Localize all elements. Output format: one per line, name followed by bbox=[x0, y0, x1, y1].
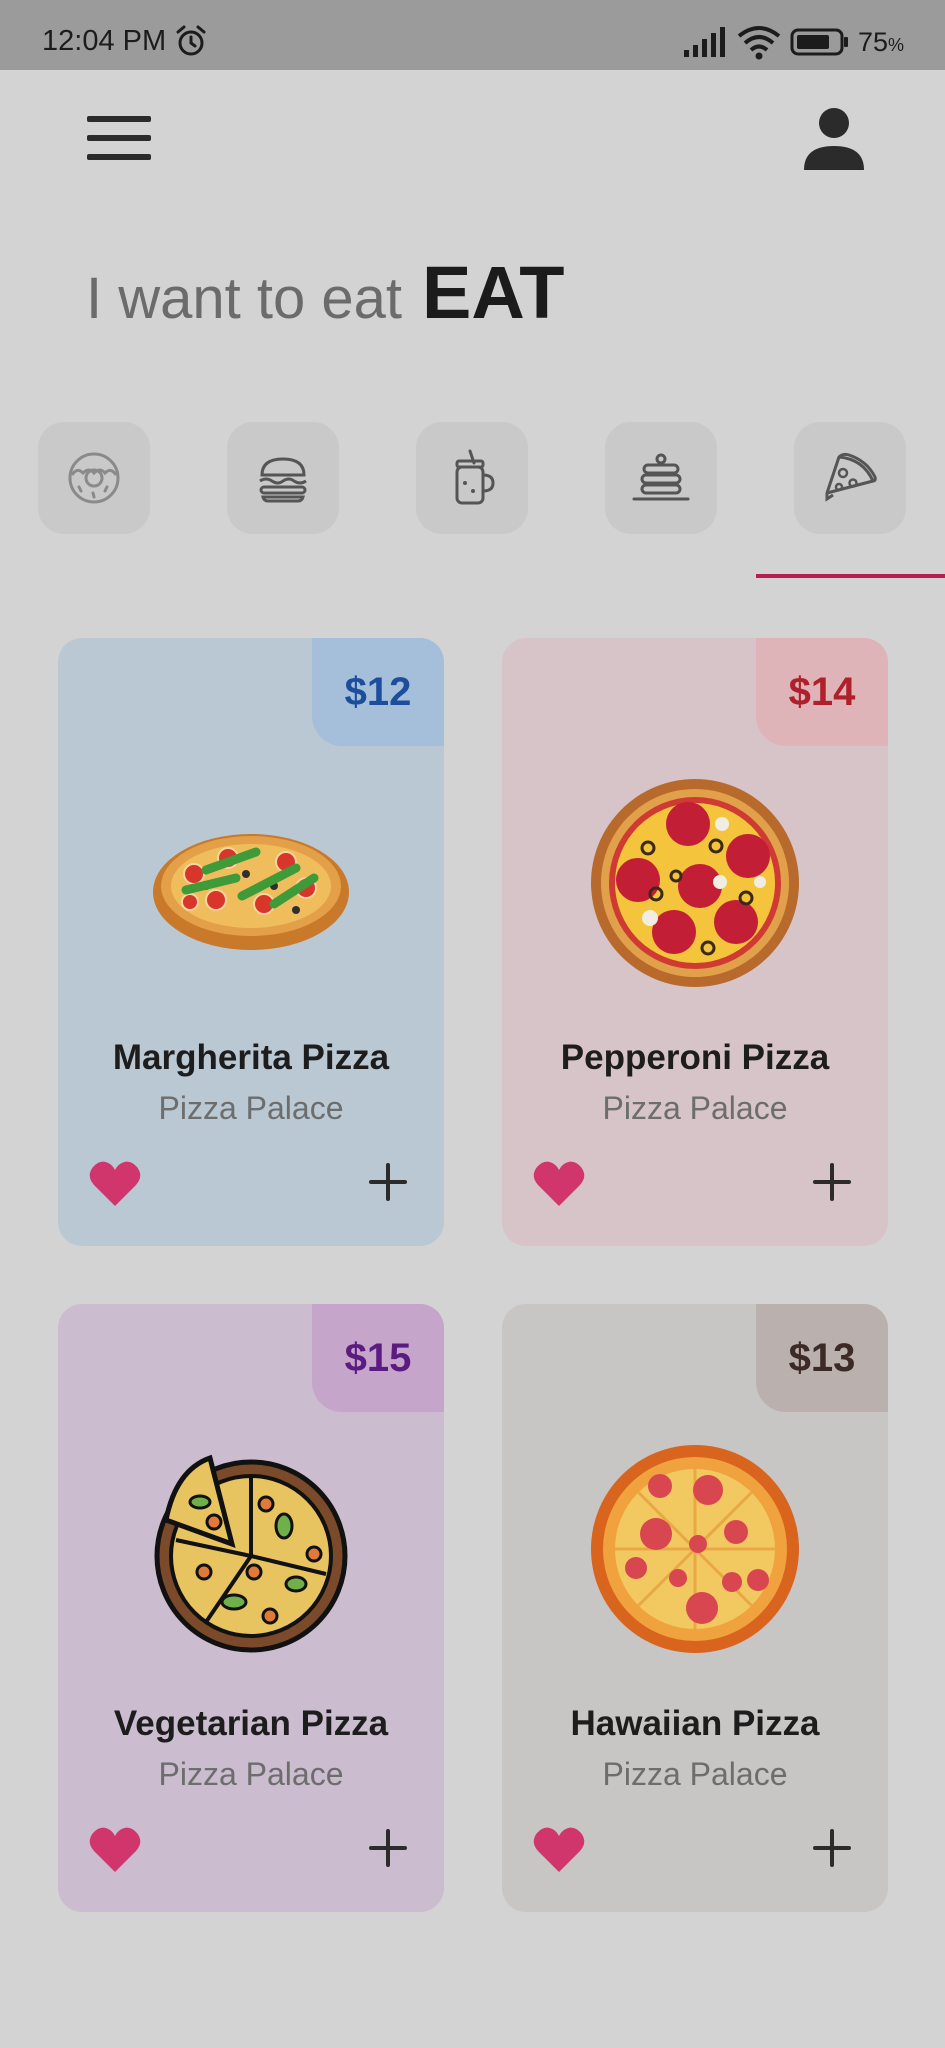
add-to-cart-icon[interactable] bbox=[812, 1162, 852, 1202]
vegetarian-pizza-image bbox=[154, 1454, 348, 1653]
hawaiian-pizza-image bbox=[591, 1445, 799, 1653]
restaurant-name: Pizza Palace bbox=[158, 1756, 344, 1792]
drink-jar-icon bbox=[455, 449, 495, 505]
headline-emphasis: EAT bbox=[421, 251, 565, 334]
category-donut[interactable] bbox=[38, 422, 150, 534]
product-card-margherita[interactable]: $12 Margherita Pizza Pizza Palace bbox=[58, 638, 444, 1246]
product-name: Hawaiian Pizza bbox=[570, 1704, 820, 1743]
add-to-cart-icon[interactable] bbox=[368, 1162, 408, 1202]
heart-icon[interactable] bbox=[532, 1158, 586, 1208]
pepperoni-pizza-image bbox=[591, 779, 799, 987]
add-to-cart-icon[interactable] bbox=[368, 1828, 408, 1868]
price-badge: $15 bbox=[312, 1304, 444, 1412]
alarm-clock-icon bbox=[176, 25, 206, 56]
pancakes-icon bbox=[632, 453, 690, 501]
category-pizza[interactable] bbox=[794, 422, 906, 534]
price-label: $13 bbox=[788, 1335, 856, 1380]
battery-icon bbox=[790, 28, 848, 56]
product-name: Margherita Pizza bbox=[112, 1038, 390, 1077]
price-label: $12 bbox=[344, 669, 412, 714]
headline-lead: I want to eat bbox=[86, 266, 402, 331]
page-headline: I want to eat EAT bbox=[86, 250, 565, 335]
category-burger[interactable] bbox=[227, 422, 339, 534]
product-name: Vegetarian Pizza bbox=[113, 1704, 389, 1743]
product-name: Pepperoni Pizza bbox=[560, 1038, 830, 1077]
margherita-pizza-image bbox=[153, 834, 349, 950]
price-label: $14 bbox=[788, 669, 856, 714]
hamburger-menu-icon[interactable] bbox=[84, 112, 154, 164]
add-to-cart-icon[interactable] bbox=[812, 1828, 852, 1868]
price-label: $15 bbox=[344, 1335, 412, 1380]
person-icon[interactable] bbox=[800, 106, 868, 170]
category-pancakes[interactable] bbox=[605, 422, 717, 534]
donut-icon bbox=[68, 452, 120, 504]
status-bar: 12:04 PM 75% bbox=[0, 0, 945, 70]
pizza-slice-icon bbox=[825, 452, 877, 502]
category-drink[interactable] bbox=[416, 422, 528, 534]
price-badge: $14 bbox=[756, 638, 888, 746]
restaurant-name: Pizza Palace bbox=[602, 1756, 788, 1792]
product-card-hawaiian[interactable]: $13 Hawaiian Pizza Pizza Palace bbox=[502, 1304, 888, 1912]
price-badge: $12 bbox=[312, 638, 444, 746]
status-time: 12:04 PM bbox=[42, 25, 167, 57]
heart-icon[interactable] bbox=[88, 1158, 142, 1208]
burger-icon bbox=[259, 457, 307, 503]
wifi-icon bbox=[737, 26, 781, 60]
heart-icon[interactable] bbox=[532, 1824, 586, 1874]
product-card-pepperoni[interactable]: $14 Pepperoni Pizza Pizza Palace bbox=[502, 638, 888, 1246]
restaurant-name: Pizza Palace bbox=[602, 1090, 788, 1126]
restaurant-name: Pizza Palace bbox=[158, 1090, 344, 1126]
product-card-vegetarian[interactable]: $15 Vegetarian Pizza Pizza Palace bbox=[58, 1304, 444, 1912]
heart-icon[interactable] bbox=[88, 1824, 142, 1874]
battery-percent: 75% bbox=[858, 27, 905, 57]
category-selected-indicator bbox=[756, 574, 945, 578]
price-badge: $13 bbox=[756, 1304, 888, 1412]
cell-signal-icon bbox=[684, 27, 725, 57]
